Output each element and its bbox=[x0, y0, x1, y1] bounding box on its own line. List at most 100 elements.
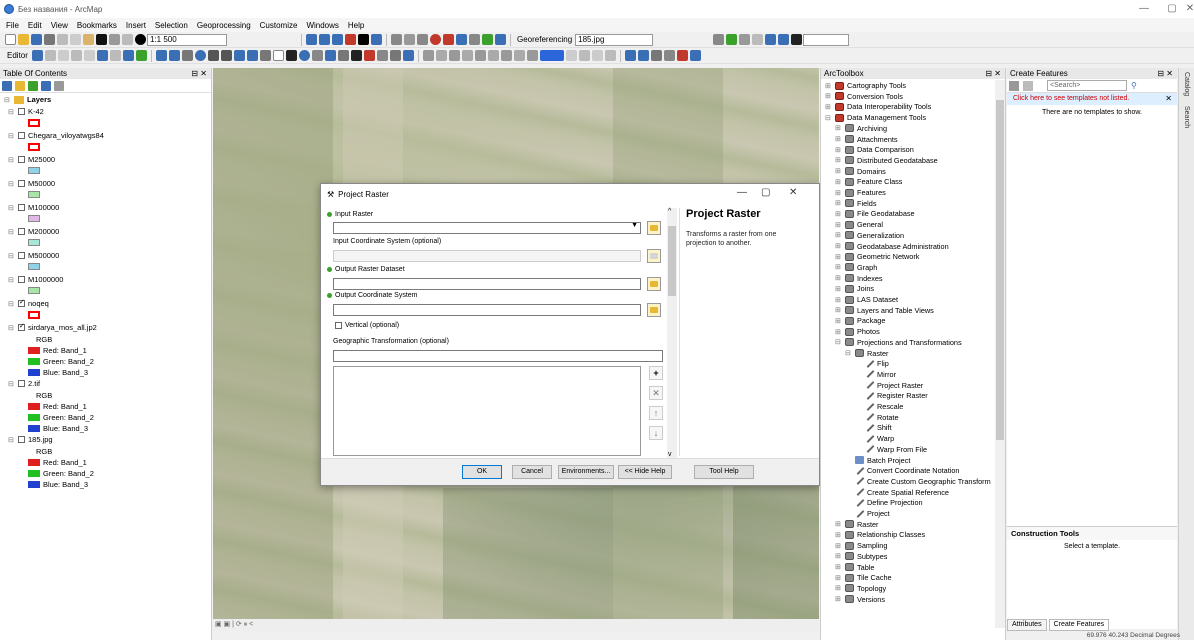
layer-visibility-checkbox[interactable] bbox=[18, 252, 25, 259]
template-filter-icon[interactable] bbox=[1023, 80, 1033, 91]
toc-symbol[interactable] bbox=[28, 167, 43, 174]
menu-item-edit[interactable]: Edit bbox=[28, 21, 42, 30]
select-elements-icon[interactable] bbox=[285, 50, 297, 61]
georef-tool-7-icon[interactable] bbox=[469, 34, 480, 45]
toolbox-item[interactable]: ⊞ Indexes bbox=[835, 274, 883, 283]
collapse-icon[interactable]: ⊟ bbox=[835, 338, 844, 346]
layer-tool-11-icon[interactable] bbox=[578, 50, 590, 61]
pan-icon[interactable] bbox=[181, 50, 193, 61]
expand-icon[interactable]: ⊞ bbox=[835, 146, 844, 154]
layer-visibility-checkbox[interactable] bbox=[18, 180, 25, 187]
move-down-button[interactable]: ↓ bbox=[649, 426, 663, 440]
georef-draw-tool-5-icon[interactable] bbox=[765, 34, 777, 45]
cancel-button[interactable]: Cancel bbox=[512, 465, 552, 479]
toc-layer[interactable]: ⊟ M100000 bbox=[8, 203, 59, 212]
new-document-icon[interactable] bbox=[5, 34, 16, 45]
expand-icon[interactable]: ⊞ bbox=[835, 124, 844, 132]
layer-visibility-checkbox[interactable] bbox=[18, 132, 25, 139]
expand-icon[interactable]: ⊞ bbox=[835, 156, 844, 164]
toc-symbol[interactable] bbox=[28, 119, 40, 127]
collapse-icon[interactable]: ⊟ bbox=[8, 324, 15, 332]
expand-icon[interactable]: ⊞ bbox=[835, 563, 844, 571]
parameters-scrollbar[interactable]: ^ v bbox=[667, 208, 677, 458]
toolbox-item[interactable]: ⊟ Data Management Tools bbox=[825, 113, 926, 122]
full-extent-icon[interactable] bbox=[194, 50, 206, 61]
toc-symbol[interactable] bbox=[28, 191, 43, 198]
menu-item-file[interactable]: File bbox=[6, 21, 19, 30]
menu-item-bookmarks[interactable]: Bookmarks bbox=[77, 21, 117, 30]
layer-tool-2-icon[interactable] bbox=[435, 50, 447, 61]
layer-tool-9-icon[interactable] bbox=[526, 50, 538, 61]
toc-layer[interactable]: ⊟ M25000 bbox=[8, 155, 55, 164]
remove-transform-button[interactable]: ✕ bbox=[649, 386, 663, 400]
rotate-icon[interactable] bbox=[96, 50, 108, 61]
toc-symbol[interactable] bbox=[28, 311, 40, 319]
adjust-tool-1-icon[interactable] bbox=[624, 50, 636, 61]
measure-icon[interactable] bbox=[337, 50, 349, 61]
toc-layer[interactable]: ⊟ 2.tif bbox=[8, 379, 40, 388]
toolbox-item[interactable]: Convert Coordinate Notation bbox=[845, 466, 959, 475]
toolbox-item[interactable]: ⊞ Domains bbox=[835, 167, 886, 176]
layer-visibility-checkbox[interactable] bbox=[18, 322, 25, 331]
toolbox-item[interactable]: Warp From File bbox=[855, 445, 927, 454]
expand-icon[interactable]: ⊞ bbox=[835, 584, 844, 592]
toolbox-item[interactable]: ⊞ Package bbox=[835, 316, 885, 325]
output-cs-field[interactable] bbox=[333, 304, 641, 316]
toolbox-item[interactable]: ⊞ Relationship Classes bbox=[835, 530, 925, 539]
toolbox-item[interactable]: Mirror bbox=[855, 370, 896, 379]
toolbox-item[interactable]: Define Projection bbox=[845, 498, 923, 507]
collapse-icon[interactable]: ⊟ bbox=[8, 156, 15, 164]
toc-symbol[interactable] bbox=[28, 239, 43, 246]
toc-layer[interactable]: ⊟ M50000 bbox=[8, 179, 55, 188]
toolbox-item[interactable]: ⊞ Conversion Tools bbox=[825, 92, 903, 101]
delete-icon[interactable] bbox=[96, 34, 107, 45]
georef-tool-9-icon[interactable] bbox=[495, 34, 506, 45]
georef-draw-tool-1-icon[interactable] bbox=[713, 34, 725, 45]
toolbox-item[interactable]: ⊞ Subtypes bbox=[835, 552, 887, 561]
expand-icon[interactable]: ⊞ bbox=[835, 542, 844, 550]
menu-item-view[interactable]: View bbox=[51, 21, 68, 30]
create-features-icon[interactable] bbox=[135, 50, 147, 61]
list-by-drawing-order-icon[interactable] bbox=[2, 80, 12, 91]
toolbox-item[interactable]: ⊞ Tile Cache bbox=[835, 573, 892, 582]
input-raster-browse-button[interactable] bbox=[647, 221, 661, 235]
dialog-close-button[interactable]: ✕ bbox=[789, 187, 797, 198]
identify-icon[interactable] bbox=[298, 50, 310, 61]
georef-draw-tool-6-icon[interactable] bbox=[778, 34, 790, 45]
templates-not-listed-link[interactable]: Click here to see templates not listed. … bbox=[1007, 93, 1177, 105]
list-by-visibility-icon[interactable] bbox=[28, 80, 38, 91]
tab-attributes[interactable]: Attributes bbox=[1007, 619, 1047, 631]
color-ramp-icon[interactable] bbox=[539, 50, 564, 61]
georef-tool-5-icon[interactable] bbox=[443, 34, 454, 45]
expand-icon[interactable]: ⊞ bbox=[825, 82, 834, 90]
toc-layer[interactable]: ⊟ noqeq bbox=[8, 298, 49, 308]
dialog-maximize-button[interactable]: ▢ bbox=[761, 187, 770, 198]
tab-create-features[interactable]: Create Features bbox=[1048, 619, 1110, 631]
list-by-source-icon[interactable] bbox=[15, 80, 25, 91]
catalog-tab[interactable]: Catalog bbox=[1183, 72, 1190, 96]
collapse-icon[interactable]: ⊟ bbox=[8, 204, 15, 212]
toolbox-item[interactable]: ⊞ Features bbox=[835, 188, 886, 197]
hide-help-button[interactable]: << Hide Help bbox=[618, 465, 672, 479]
toc-layer[interactable]: ⊟ 185.jpg bbox=[8, 435, 53, 444]
georef-draw-tool-3-icon[interactable] bbox=[739, 34, 751, 45]
expand-icon[interactable]: ⊞ bbox=[835, 306, 844, 314]
toolbox-item[interactable]: ⊞ Joins bbox=[835, 284, 874, 293]
georeferencing-menu[interactable]: Georeferencing bbox=[517, 35, 572, 44]
adjust-tool-3-icon[interactable] bbox=[650, 50, 662, 61]
edit-vertices-icon[interactable] bbox=[44, 50, 56, 61]
toc-layer[interactable]: ⊟ M200000 bbox=[8, 227, 59, 236]
collapse-icon[interactable]: ⊟ bbox=[8, 300, 15, 308]
expand-icon[interactable]: ⊞ bbox=[835, 135, 844, 143]
minimize-button[interactable]: — bbox=[1130, 2, 1158, 16]
map-view-switcher[interactable]: ▣ ▣ | ⟳ ⏸ < bbox=[213, 619, 819, 631]
expand-icon[interactable]: ⊞ bbox=[825, 92, 834, 100]
search-tab[interactable]: Search bbox=[1183, 106, 1190, 128]
layer-tool-10-icon[interactable] bbox=[565, 50, 577, 61]
menu-item-geoprocessing[interactable]: Geoprocessing bbox=[197, 21, 251, 30]
expand-icon[interactable]: ⊞ bbox=[835, 189, 844, 197]
toolbox-item[interactable]: Project bbox=[845, 509, 890, 518]
vertical-checkbox[interactable] bbox=[335, 322, 342, 329]
toc-symbol[interactable] bbox=[28, 143, 40, 151]
expand-icon[interactable]: ⊞ bbox=[835, 285, 844, 293]
